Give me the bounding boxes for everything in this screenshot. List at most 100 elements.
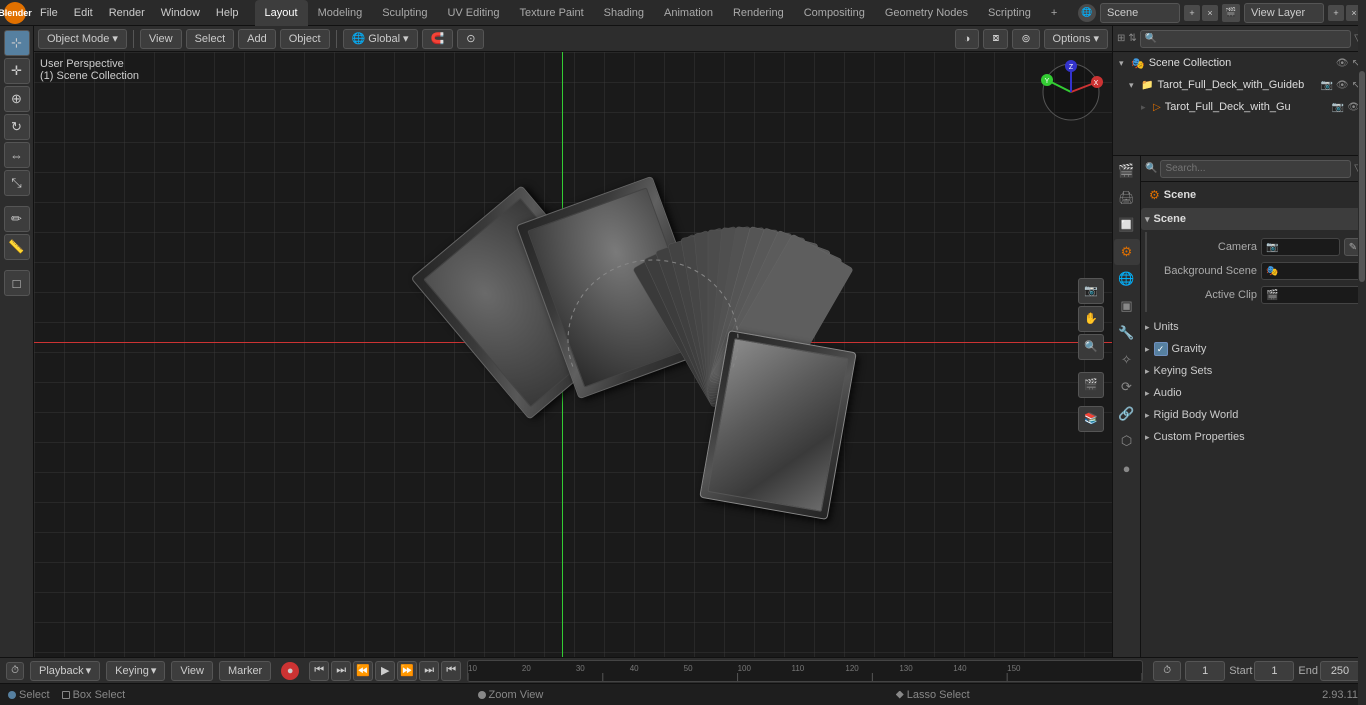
jump-start-btn[interactable]: ⏮ [309, 661, 329, 681]
props-material-btn[interactable]: ● [1114, 455, 1140, 481]
timeline-type-btn[interactable]: ⏱ [6, 662, 24, 680]
axis-gizmo[interactable]: X Y Z [1039, 60, 1104, 125]
app-logo[interactable]: Blender [4, 2, 26, 24]
outliner-filter-icon[interactable]: ⊞ [1117, 33, 1125, 44]
3d-viewport[interactable]: User Perspective (1) Scene Collection [34, 52, 1112, 657]
viewport-overlay-btn[interactable]: ⧇ [983, 29, 1008, 49]
keying-sets-row[interactable]: ▸ Keying Sets [1141, 360, 1366, 382]
scene-remove-btn[interactable]: × [1202, 5, 1218, 21]
active-clip-value[interactable]: 🎬 [1261, 286, 1362, 304]
cursor-tool-btn[interactable]: ✛ [4, 58, 30, 84]
menu-file[interactable]: File [32, 0, 66, 26]
collections-btn[interactable]: 📚 [1078, 406, 1104, 432]
proportional-edit-btn[interactable]: ⊙ [457, 29, 484, 49]
measure-tool-btn[interactable]: 📏 [4, 234, 30, 260]
current-frame-input[interactable] [1185, 661, 1225, 681]
camera-vis-icon[interactable]: 📷 [1320, 80, 1332, 91]
tab-texture-paint[interactable]: Texture Paint [509, 0, 593, 26]
props-output-btn[interactable]: 🖨 [1114, 185, 1140, 211]
view-layer-selector[interactable] [1244, 3, 1324, 23]
tab-scripting[interactable]: Scripting [978, 0, 1041, 26]
add-cube-btn[interactable]: □ [4, 270, 30, 296]
menu-help[interactable]: Help [208, 0, 247, 26]
gravity-checkbox[interactable]: ✓ [1154, 342, 1168, 356]
timeline-ruler[interactable]: 10 20 30 40 50 100 110 120 130 140 150 [467, 660, 1143, 682]
tab-sculpting[interactable]: Sculpting [372, 0, 437, 26]
end-frame-input[interactable] [1320, 661, 1360, 681]
snap-btn[interactable]: 🧲 [422, 29, 454, 49]
tab-rendering[interactable]: Rendering [723, 0, 794, 26]
zoom-tool-btn[interactable]: 🔍 [1078, 334, 1104, 360]
add-menu-btn[interactable]: Add [238, 29, 276, 49]
select-tool-btn[interactable]: ⊹ [4, 30, 30, 56]
viewport-shading-btn[interactable]: ◑ [955, 29, 980, 49]
rotate-tool-btn[interactable]: ↻ [4, 114, 30, 140]
outliner-row-scene-collection[interactable]: ▾ 🎭 Scene Collection 👁 ↖ [1113, 52, 1366, 74]
props-scroll-area[interactable]: ⚙ Scene ▾ Scene Camera [1141, 182, 1366, 657]
visibility-icon[interactable]: 👁 [1336, 58, 1349, 69]
props-physics-btn[interactable]: ⟳ [1114, 374, 1140, 400]
move-tool-btn[interactable]: ⊕ [4, 86, 30, 112]
scene-add-btn[interactable]: + [1184, 5, 1200, 21]
tab-shading[interactable]: Shading [594, 0, 654, 26]
scroll-thumb[interactable] [1359, 182, 1365, 282]
custom-props-row[interactable]: ▸ Custom Properties [1141, 426, 1366, 448]
marker-btn[interactable]: Marker [219, 661, 271, 681]
audio-row[interactable]: ▸ Audio [1141, 382, 1366, 404]
gizmo-btn[interactable]: ⊚ [1012, 29, 1039, 49]
menu-render[interactable]: Render [101, 0, 153, 26]
tab-compositing[interactable]: Compositing [794, 0, 875, 26]
outliner-search[interactable] [1140, 30, 1352, 48]
scene-section-header[interactable]: ▾ Scene [1141, 208, 1366, 230]
view-layer-add-btn[interactable]: + [1328, 5, 1344, 21]
select-menu-btn[interactable]: Select [186, 29, 235, 49]
props-object-btn[interactable]: ▣ [1114, 293, 1140, 319]
tab-animation[interactable]: Animation [654, 0, 723, 26]
object-mode-btn[interactable]: Object Mode ▾ [38, 29, 127, 49]
camera-value[interactable]: 📷 [1261, 238, 1340, 256]
props-view-layer-btn[interactable]: 🔲 [1114, 212, 1140, 238]
tarot-visibility-icon[interactable]: 👁 [1336, 80, 1349, 91]
jump-end-btn[interactable]: ⏮ [441, 661, 461, 681]
tab-add[interactable]: + [1041, 0, 1067, 26]
tab-modeling[interactable]: Modeling [308, 0, 373, 26]
units-row[interactable]: ▸ Units [1141, 316, 1366, 338]
bg-scene-value[interactable]: 🎭 [1261, 262, 1362, 280]
tab-uv-editing[interactable]: UV Editing [437, 0, 509, 26]
view-timeline-btn[interactable]: View [171, 661, 213, 681]
next-keyframe-btn[interactable]: ⏭ [419, 661, 439, 681]
next-frame-btn[interactable]: ⏩ [397, 661, 417, 681]
outliner-row-tarot-obj[interactable]: ▸ ▷ Tarot_Full_Deck_with_Gu 📷 👁 [1113, 96, 1366, 118]
annotate-tool-btn[interactable]: ✏ [4, 206, 30, 232]
render-mode-btn[interactable]: 🎬 [1078, 372, 1104, 398]
view-layer-icon[interactable]: 🎬 [1222, 4, 1240, 22]
record-btn[interactable]: ● [281, 662, 299, 680]
start-frame-input[interactable] [1254, 661, 1294, 681]
outliner-sort-icon[interactable]: ⇅ [1128, 33, 1136, 44]
props-render-btn[interactable]: 🎬 [1114, 158, 1140, 184]
menu-window[interactable]: Window [153, 0, 208, 26]
tab-layout[interactable]: Layout [255, 0, 308, 26]
props-world-btn[interactable]: 🌐 [1114, 266, 1140, 292]
object-menu-btn[interactable]: Object [280, 29, 330, 49]
props-modifier-btn[interactable]: 🔧 [1114, 320, 1140, 346]
props-constraints-btn[interactable]: 🔗 [1114, 401, 1140, 427]
props-search-icon[interactable]: 🔍 [1145, 163, 1157, 174]
props-scene-btn[interactable]: ⚙ [1114, 239, 1140, 265]
gravity-row[interactable]: ▸ ✓ Gravity [1141, 338, 1366, 360]
playback-btn[interactable]: Playback ▾ [30, 661, 100, 681]
scale-tool-btn[interactable]: ⇔ [4, 142, 30, 168]
options-btn[interactable]: Options ▾ [1044, 29, 1108, 49]
outliner-row-tarot[interactable]: ▾ 📁 Tarot_Full_Deck_with_Guideb 📷 👁 ↖ [1113, 74, 1366, 96]
global-orientation-btn[interactable]: 🌐 Global ▾ [343, 29, 418, 49]
transform-tool-btn[interactable]: ⤡ [4, 170, 30, 196]
menu-edit[interactable]: Edit [66, 0, 101, 26]
props-data-btn[interactable]: ⬡ [1114, 428, 1140, 454]
obj-camera-vis-icon[interactable]: 📷 [1332, 102, 1344, 113]
rigid-body-row[interactable]: ▸ Rigid Body World [1141, 404, 1366, 426]
scene-selector[interactable] [1100, 3, 1180, 23]
play-btn[interactable]: ▶ [375, 661, 395, 681]
props-particles-btn[interactable]: ✧ [1114, 347, 1140, 373]
scene-icon[interactable]: 🌐 [1078, 4, 1096, 22]
fps-btn[interactable]: ⏱ [1153, 661, 1181, 681]
